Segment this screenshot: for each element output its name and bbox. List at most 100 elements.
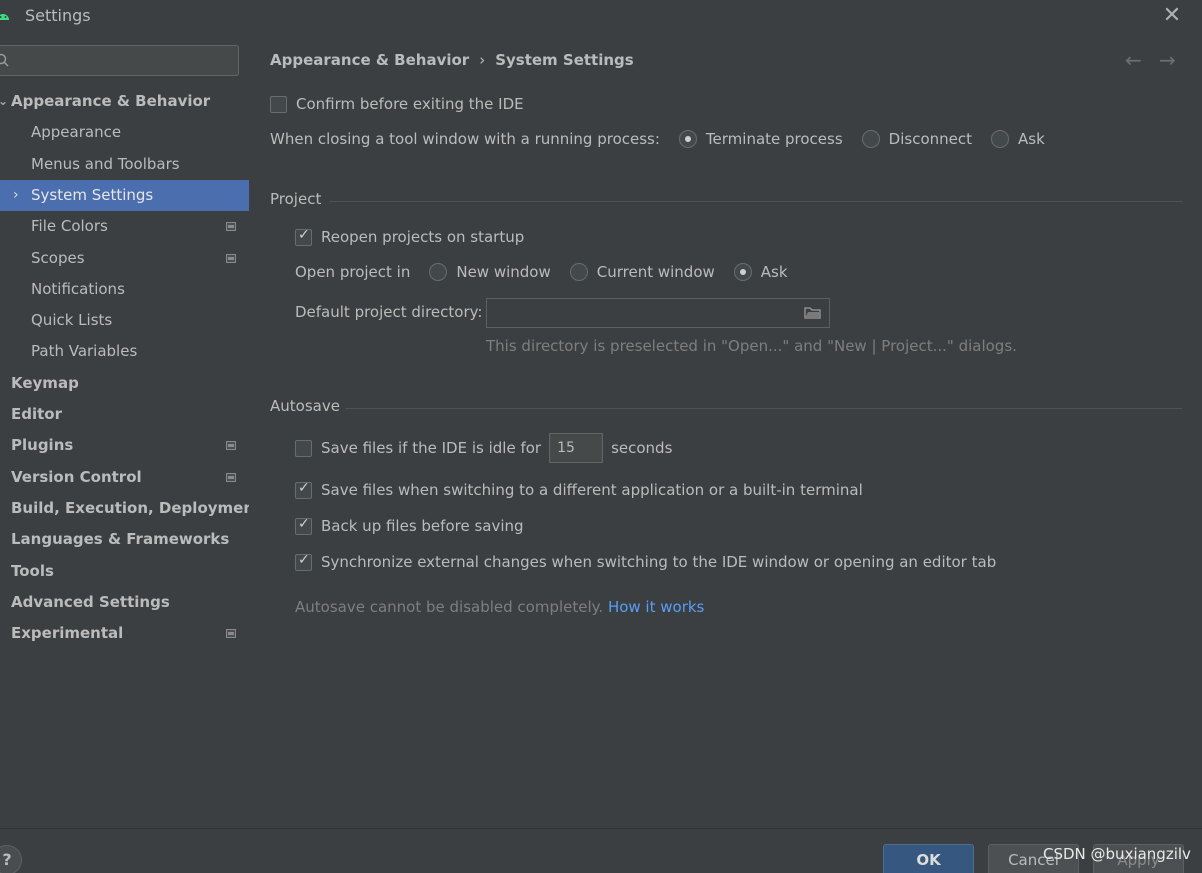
- sidebar-item-label: Menus and Toolbars: [31, 155, 180, 173]
- open-project-option-new-window[interactable]: New window: [429, 263, 551, 281]
- back-arrow-icon[interactable]: ←: [1125, 48, 1142, 72]
- settings-content: Appearance & Behavior › System Settings ← …: [249, 32, 1202, 828]
- project-level-icon: [226, 254, 236, 263]
- breadcrumb-parent[interactable]: Appearance & Behavior: [270, 51, 469, 69]
- window-title: Settings: [25, 6, 91, 25]
- confirm-exit-row: Confirm before exiting the IDE: [270, 93, 524, 115]
- switching-save-checkbox[interactable]: [295, 480, 312, 499]
- sidebar-item-notifications[interactable]: Notifications: [0, 274, 249, 305]
- closing-option-ask[interactable]: Ask: [991, 130, 1045, 148]
- open-project-in-label: Open project in: [295, 263, 411, 281]
- collapse-arrow-icon[interactable]: ›: [13, 180, 19, 211]
- switching-save-label: Save files when switching to a different…: [321, 481, 863, 499]
- settings-sidebar: ⌄ Appearance & Behavior Appearance Menus an…: [0, 32, 261, 828]
- sidebar-item-label: File Colors: [31, 217, 108, 235]
- switching-row: Save files when switching to a different…: [295, 479, 863, 501]
- sidebar-item-experimental[interactable]: Experimental: [0, 618, 249, 649]
- how-it-works-link[interactable]: How it works: [608, 598, 704, 616]
- sidebar-item-label: Tools: [11, 562, 54, 580]
- breadcrumb-current: System Settings: [495, 51, 634, 69]
- sidebar-item-label: Version Control: [11, 468, 142, 486]
- sidebar-item-editor[interactable]: Editor: [0, 399, 249, 430]
- close-icon: ✕: [1162, 3, 1182, 28]
- sidebar-item-appearance-behavior[interactable]: ⌄ Appearance & Behavior: [0, 86, 249, 117]
- default-dir-label: Default project directory:: [295, 303, 483, 321]
- sidebar-item-keymap[interactable]: Keymap: [0, 368, 249, 399]
- closing-tool-window-row: When closing a tool window with a runnin…: [270, 128, 1064, 150]
- close-button[interactable]: ✕: [1160, 4, 1184, 28]
- sidebar-item-file-colors[interactable]: File Colors: [0, 211, 249, 242]
- confirm-exit-checkbox[interactable]: [270, 95, 287, 113]
- sync-checkbox[interactable]: [295, 552, 312, 571]
- project-level-icon: [226, 629, 236, 638]
- sidebar-item-system-settings[interactable]: › System Settings: [0, 180, 249, 211]
- sidebar-item-label: Scopes: [31, 249, 85, 267]
- closing-radio-ask[interactable]: [991, 130, 1009, 148]
- sidebar-item-label: Keymap: [11, 374, 79, 392]
- sidebar-item-label: Quick Lists: [31, 311, 113, 329]
- reopen-row: Reopen projects on startup: [295, 226, 524, 248]
- forward-arrow-icon[interactable]: →: [1159, 48, 1176, 72]
- sidebar-item-quick-lists[interactable]: Quick Lists: [0, 305, 249, 336]
- sidebar-item-tools[interactable]: Tools: [0, 556, 249, 587]
- project-level-icon: [226, 473, 236, 482]
- closing-tool-window-label: When closing a tool window with a runnin…: [270, 130, 660, 148]
- idle-seconds-input[interactable]: [549, 433, 604, 463]
- sidebar-item-label: Editor: [11, 405, 62, 423]
- open-project-option-ask[interactable]: Ask: [733, 263, 788, 281]
- sidebar-item-build-execution-deployment[interactable]: Build, Execution, Deployment: [0, 493, 261, 524]
- sidebar-item-menus-and-toolbars[interactable]: Menus and Toolbars: [0, 149, 249, 180]
- sidebar-item-label: Experimental: [11, 624, 124, 642]
- sidebar-item-advanced-settings[interactable]: Advanced Settings: [0, 587, 249, 618]
- open-project-radio-new-window[interactable]: [429, 263, 448, 281]
- breadcrumb: Appearance & Behavior › System Settings: [270, 51, 634, 69]
- sidebar-item-label: Path Variables: [31, 342, 138, 360]
- search-box[interactable]: [0, 45, 239, 76]
- sidebar-item-languages-frameworks[interactable]: Languages & Frameworks: [0, 524, 249, 555]
- ok-button[interactable]: OK: [883, 844, 974, 873]
- closing-options: Terminate process Disconnect Ask: [678, 130, 1064, 148]
- sync-label: Synchronize external changes when switch…: [321, 553, 997, 571]
- closing-radio-label: Disconnect: [888, 130, 972, 148]
- sidebar-item-scopes[interactable]: Scopes: [0, 243, 249, 274]
- folder-icon[interactable]: [804, 306, 822, 320]
- project-divider: [330, 201, 1182, 202]
- autosave-note-text: Autosave cannot be disabled completely.: [295, 598, 604, 616]
- project-section-title: Project: [270, 190, 322, 208]
- closing-option-terminate-process[interactable]: Terminate process: [678, 130, 843, 148]
- sync-row: Synchronize external changes when switch…: [295, 551, 996, 573]
- sidebar-item-version-control[interactable]: Version Control: [0, 462, 249, 493]
- open-project-radio-ask[interactable]: [733, 263, 752, 281]
- help-button[interactable]: ?: [0, 845, 22, 873]
- search-input[interactable]: [17, 50, 227, 72]
- reopen-checkbox[interactable]: [295, 227, 312, 246]
- open-project-option-current-window[interactable]: Current window: [569, 263, 715, 281]
- backup-label: Back up files before saving: [321, 517, 524, 535]
- autosave-divider: [345, 408, 1182, 409]
- search-icon: [0, 53, 9, 67]
- sidebar-item-path-variables[interactable]: Path Variables: [0, 336, 249, 367]
- sidebar-item-label: Notifications: [31, 280, 125, 298]
- sidebar-item-appearance[interactable]: Appearance: [0, 117, 249, 148]
- open-project-radio-current-window[interactable]: [569, 263, 588, 281]
- sidebar-item-label: Appearance & Behavior: [11, 92, 211, 110]
- help-icon: ?: [2, 850, 12, 869]
- title-bar: Settings ✕: [0, 0, 1202, 32]
- closing-radio-disconnect[interactable]: [861, 130, 880, 148]
- autosave-note: Autosave cannot be disabled completely. …: [295, 598, 704, 616]
- backup-checkbox[interactable]: [295, 516, 312, 535]
- closing-option-disconnect[interactable]: Disconnect: [861, 130, 972, 148]
- closing-radio-terminate-process[interactable]: [678, 130, 697, 148]
- sidebar-item-label: Languages & Frameworks: [11, 530, 230, 548]
- default-dir-field[interactable]: [486, 298, 830, 328]
- sidebar-item-label: Build, Execution, Deployment: [11, 499, 262, 517]
- watermark: CSDN @buxiangzilv: [1043, 845, 1191, 863]
- idle-save-checkbox[interactable]: [295, 439, 312, 457]
- autosave-section-title: Autosave: [270, 397, 340, 415]
- sidebar-item-plugins[interactable]: Plugins: [0, 430, 249, 461]
- expand-arrow-icon[interactable]: ⌄: [0, 86, 8, 117]
- idle-row: Save files if the IDE is idle for second…: [295, 433, 672, 463]
- open-project-radio-label: New window: [456, 263, 551, 281]
- open-project-radio-label: Current window: [596, 263, 715, 281]
- idle-save-label: Save files if the IDE is idle for: [321, 439, 542, 457]
